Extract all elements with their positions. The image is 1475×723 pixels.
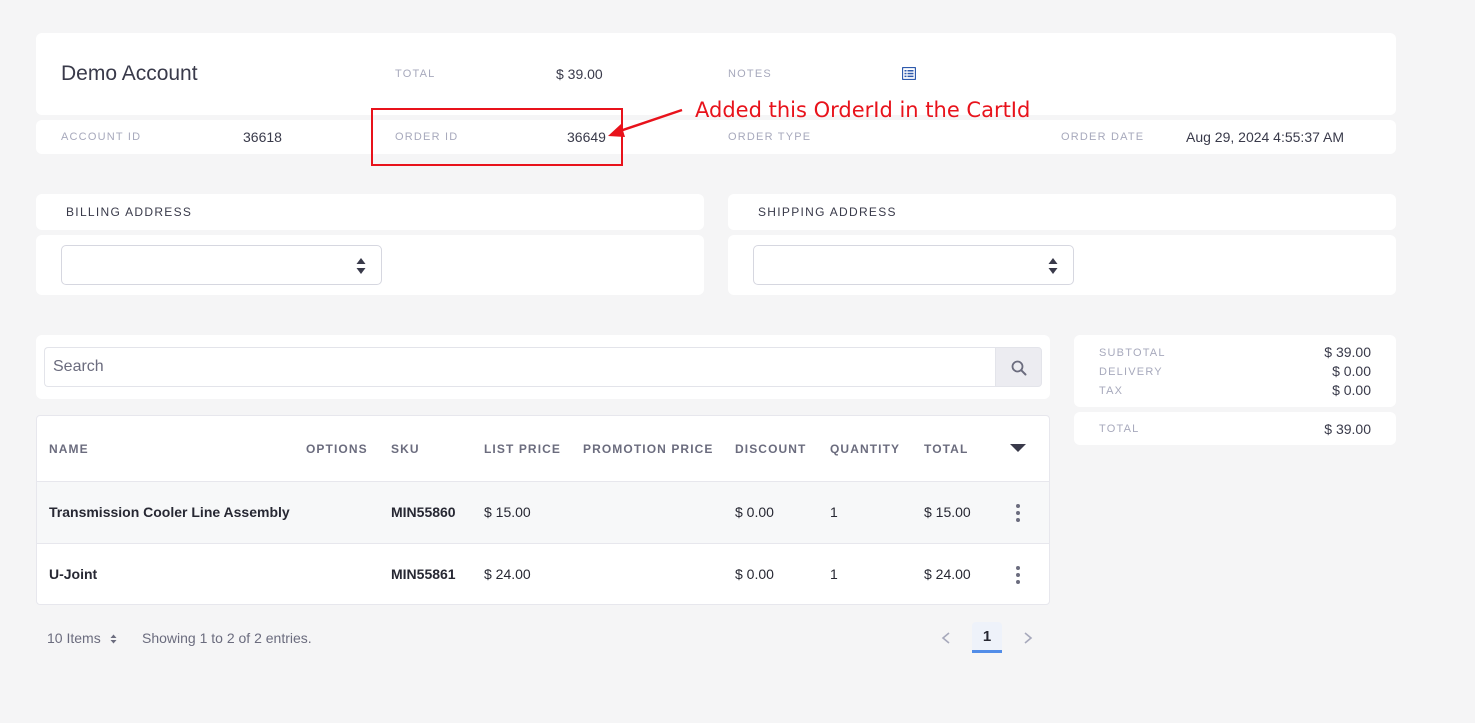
next-page-chevron-icon[interactable] — [1021, 628, 1035, 648]
order-summary-card: SUBTOTAL $ 39.00 DELIVERY $ 0.00 TAX $ 0… — [1074, 335, 1396, 407]
shipping-address-body — [728, 235, 1396, 295]
total-value: $ 39.00 — [556, 66, 603, 82]
summary-total-label: TOTAL — [1099, 423, 1140, 435]
column-header-total[interactable]: TOTAL — [924, 442, 968, 456]
column-header-discount[interactable]: DISCOUNT — [735, 442, 806, 456]
list-icon[interactable] — [902, 67, 916, 80]
column-header-list-price[interactable]: LIST PRICE — [484, 442, 561, 456]
billing-address-select[interactable] — [61, 245, 382, 285]
order-details-strip: ACCOUNT ID 36618 ORDER ID 36649 ORDER TY… — [36, 120, 1396, 154]
column-header-options[interactable]: OPTIONS — [306, 442, 368, 456]
item-total: $ 15.00 — [924, 504, 971, 520]
item-name: U-Joint — [49, 566, 98, 582]
order-date-label: ORDER DATE — [1061, 131, 1145, 143]
order-date-value: Aug 29, 2024 4:55:37 AM — [1186, 129, 1345, 145]
item-name: Transmission Cooler Line Assembly — [49, 504, 290, 520]
order-items-table: NAME OPTIONS SKU LIST PRICE PROMOTION PR… — [36, 415, 1050, 605]
billing-address-title: BILLING ADDRESS — [66, 205, 193, 219]
search-card: Search — [36, 335, 1050, 399]
order-type-label: ORDER TYPE — [728, 131, 812, 143]
search-icon — [1011, 360, 1027, 376]
annotation-highlight-box — [371, 108, 623, 166]
shipping-address-header: SHIPPING ADDRESS — [728, 194, 1396, 230]
items-per-page-label: 10 Items — [47, 630, 101, 646]
billing-address-body — [36, 235, 704, 295]
account-id-value: 36618 — [243, 129, 282, 145]
subtotal-label: SUBTOTAL — [1099, 347, 1166, 359]
items-per-page-select[interactable]: 10 Items — [47, 630, 117, 646]
summary-total-value: $ 39.00 — [1324, 421, 1371, 437]
item-sku: MIN55860 — [391, 504, 456, 520]
item-quantity: 1 — [830, 504, 838, 520]
account-name: Demo Account — [61, 62, 198, 85]
tax-label: TAX — [1099, 385, 1124, 397]
sort-arrows-icon — [110, 634, 117, 644]
shipping-address-title: SHIPPING ADDRESS — [758, 205, 897, 219]
item-quantity: 1 — [830, 566, 838, 582]
notes-label: NOTES — [728, 68, 772, 80]
item-discount: $ 0.00 — [735, 504, 774, 520]
item-list-price: $ 24.00 — [484, 566, 531, 582]
account-id-label: ACCOUNT ID — [61, 131, 142, 143]
row-actions-kebab-icon[interactable] — [1016, 504, 1020, 522]
billing-address-header: BILLING ADDRESS — [36, 194, 704, 230]
row-actions-kebab-icon[interactable] — [1016, 566, 1020, 584]
search-button[interactable] — [995, 347, 1042, 387]
columns-menu-caret-icon[interactable] — [1010, 444, 1026, 452]
annotation-arrow-icon — [608, 108, 683, 137]
search-input[interactable]: Search — [44, 347, 996, 387]
item-discount: $ 0.00 — [735, 566, 774, 582]
column-header-sku[interactable]: SKU — [391, 442, 420, 456]
table-row: Transmission Cooler Line Assembly MIN558… — [37, 481, 1049, 543]
annotation-text: Added this OrderId in the CartId — [695, 98, 1031, 122]
entries-summary: Showing 1 to 2 of 2 entries. — [142, 630, 312, 646]
tax-value: $ 0.00 — [1332, 382, 1371, 398]
shipping-address-select[interactable] — [753, 245, 1074, 285]
item-total: $ 24.00 — [924, 566, 971, 582]
item-list-price: $ 15.00 — [484, 504, 531, 520]
previous-page-chevron-icon[interactable] — [939, 628, 953, 648]
column-header-quantity[interactable]: QUANTITY — [830, 442, 900, 456]
select-arrows-icon — [1048, 258, 1058, 274]
column-header-promotion-price[interactable]: PROMOTION PRICE — [583, 442, 714, 456]
subtotal-value: $ 39.00 — [1324, 344, 1371, 360]
order-total-card: TOTAL $ 39.00 — [1074, 412, 1396, 445]
total-label: TOTAL — [395, 68, 436, 80]
item-sku: MIN55861 — [391, 566, 456, 582]
table-row: U-Joint MIN55861 $ 24.00 $ 0.00 1 $ 24.0… — [37, 543, 1049, 605]
select-arrows-icon — [356, 258, 366, 274]
column-header-name[interactable]: NAME — [49, 442, 89, 456]
delivery-label: DELIVERY — [1099, 366, 1163, 378]
delivery-value: $ 0.00 — [1332, 363, 1371, 379]
page-button-current[interactable]: 1 — [972, 622, 1002, 653]
